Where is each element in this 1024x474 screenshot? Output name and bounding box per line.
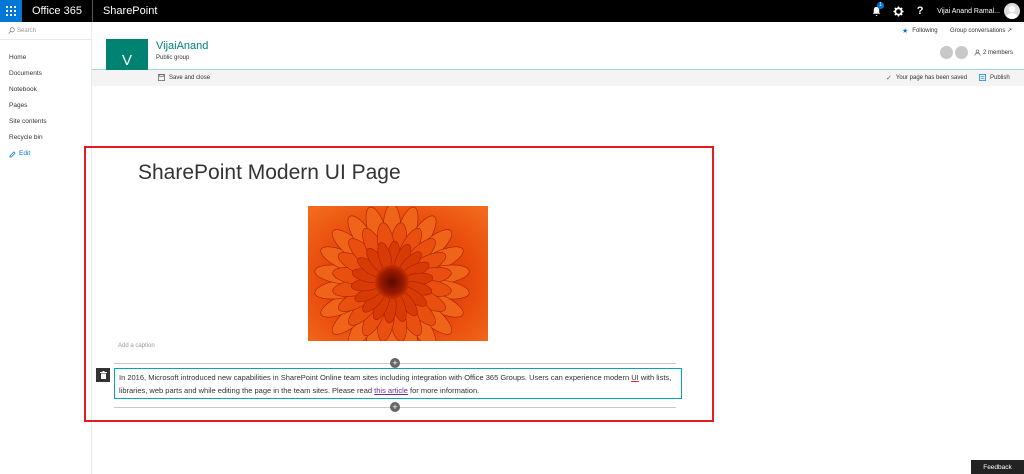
text-segment: for more information. [407, 385, 480, 395]
flower-image-graphic [308, 206, 488, 341]
flower-image[interactable] [308, 206, 488, 341]
text-segment: In 2016, Microsoft introduced new capabi… [119, 373, 632, 382]
notification-count-badge: 1 [877, 2, 885, 9]
pencil-icon [9, 150, 16, 158]
nav-edit-link[interactable]: Edit [0, 146, 91, 162]
text-webpart[interactable]: In 2016, Microsoft introduced new capabi… [114, 368, 682, 399]
site-subtitle: Public group [156, 55, 190, 61]
publish-icon [979, 74, 986, 81]
member-avatar [940, 46, 953, 59]
search-placeholder: Search [17, 27, 37, 34]
save-and-close-button[interactable]: Save and close [158, 74, 210, 81]
publish-button[interactable]: Publish [979, 74, 1010, 81]
user-avatar[interactable] [1004, 3, 1020, 19]
add-webpart-button-bottom[interactable]: + [390, 402, 400, 412]
publish-label: Publish [990, 74, 1010, 81]
page-title[interactable]: SharePoint Modern UI Page [138, 161, 401, 185]
article-link[interactable]: this article [374, 386, 408, 395]
delete-webpart-button[interactable] [96, 368, 110, 382]
sharepoint-app-link[interactable]: SharePoint [93, 0, 167, 22]
text-segment-ui: UI [631, 373, 639, 382]
suite-bar: Office 365 SharePoint 1 ? Vijai Anand Ra… [0, 0, 1024, 22]
nav-list: Home Documents Notebook Pages Site conte… [0, 50, 91, 162]
save-icon [158, 74, 165, 81]
trash-icon [99, 371, 107, 379]
following-button[interactable]: ★ Following [902, 27, 938, 35]
help-icon: ? [916, 5, 924, 17]
nav-item-recycle-bin[interactable]: Recycle bin [0, 130, 91, 146]
person-icon [1006, 5, 1018, 19]
search-input[interactable]: Search [0, 22, 91, 40]
star-icon: ★ [902, 28, 909, 35]
help-button[interactable]: ? [909, 0, 931, 22]
following-label: Following [912, 28, 938, 34]
save-status: ✓ Your page has been saved [886, 74, 967, 82]
add-webpart-button-top[interactable]: + [390, 358, 400, 368]
feedback-button[interactable]: Feedback [971, 460, 1024, 474]
edit-label: Edit [19, 150, 31, 157]
save-and-close-label: Save and close [169, 74, 211, 81]
notifications-button[interactable]: 1 [865, 0, 887, 22]
members-label: 2 members [983, 49, 1014, 56]
search-icon [8, 27, 15, 34]
command-bar: Save and close ✓ Your page has been save… [92, 70, 1024, 86]
settings-button[interactable] [887, 0, 909, 22]
checkmark-icon: ✓ [886, 75, 892, 82]
suite-right-group: 1 ? Vijai Anand Ramal... [865, 0, 1024, 22]
image-caption-placeholder[interactable]: Add a caption [118, 343, 155, 349]
nav-item-notebook[interactable]: Notebook [0, 82, 91, 98]
office365-brand[interactable]: Office 365 [22, 0, 93, 22]
member-avatar [955, 46, 968, 59]
nav-item-site-contents[interactable]: Site contents [0, 114, 91, 130]
nav-item-documents[interactable]: Documents [0, 66, 91, 82]
save-status-text: Your page has been saved [895, 75, 968, 81]
group-conversations-link[interactable]: Group conversations ↗ [950, 27, 1012, 34]
page-canvas: SharePoint Modern UI Page Add a caption … [84, 146, 714, 422]
app-launcher-button[interactable] [0, 0, 22, 22]
members-button[interactable]: 2 members [940, 46, 1013, 59]
site-header: V VijaiAnand Public group ★ Following Gr… [92, 22, 1024, 81]
nav-item-home[interactable]: Home [0, 50, 91, 66]
person-icon [974, 49, 981, 56]
user-name[interactable]: Vijai Anand Ramal... [931, 8, 1004, 15]
left-navigation: Search Home Documents Notebook Pages Sit… [0, 22, 92, 474]
site-title[interactable]: VijaiAnand [156, 40, 208, 52]
app-launcher-icon [6, 6, 16, 16]
nav-item-pages[interactable]: Pages [0, 98, 91, 114]
gear-icon [893, 5, 904, 17]
